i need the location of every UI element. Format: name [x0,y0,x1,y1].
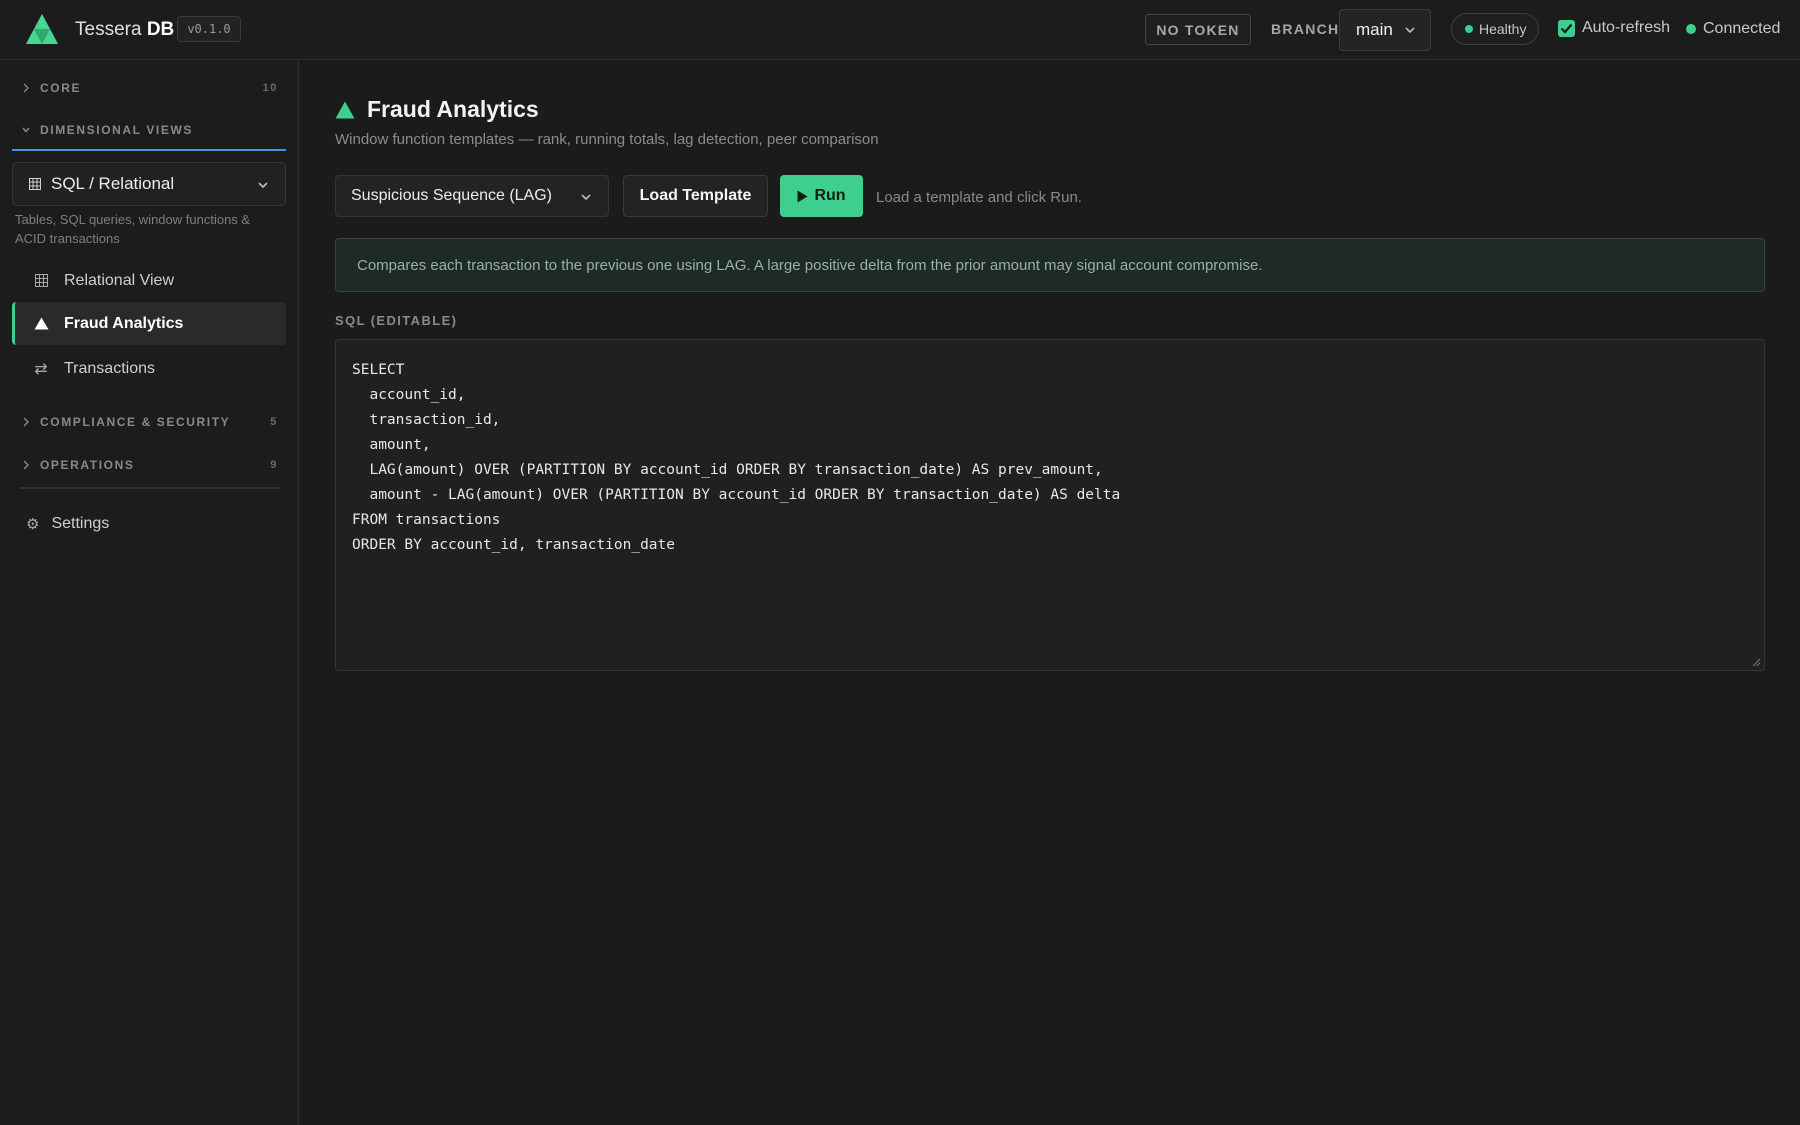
sidebar-item-settings[interactable]: ⚙ Settings [26,515,109,533]
sidebar-item-transactions[interactable]: ⇄ Transactions [12,347,286,390]
health-dot-icon [1465,25,1473,33]
chevron-down-icon [258,182,268,189]
sql-editor[interactable]: SELECT account_id, transaction_id, amoun… [335,339,1765,671]
chevron-down-icon [22,127,30,133]
chevron-right-icon [23,460,29,470]
settings-label: Settings [51,515,110,532]
auto-refresh-label: Auto-refresh [1582,19,1671,36]
view-select-dropdown[interactable]: SQL / Relational [12,162,286,206]
section-compliance-count: 5 [270,416,278,428]
connection-status: Connected [1686,20,1780,38]
section-active-underline [12,149,286,151]
chevron-right-icon [23,83,29,93]
view-select-value: SQL / Relational [51,174,175,193]
sidebar-item-fraud-analytics[interactable]: Fraud Analytics [12,302,286,345]
sql-editor-label: SQL (EDITABLE) [335,313,458,328]
auto-refresh-toggle[interactable]: Auto-refresh [1558,19,1670,37]
section-compliance-label: COMPLIANCE & SECURITY [40,415,231,429]
health-status-pill: Healthy [1451,13,1539,45]
template-info-box: Compares each transaction to the previou… [335,238,1765,292]
triangle-icon [32,315,50,333]
sidebar-item-label: Fraud Analytics [64,314,184,332]
chevron-right-icon [23,417,29,427]
view-description: Tables, SQL queries, window functions & … [15,212,251,246]
branch-select[interactable]: main [1339,9,1431,51]
template-select-value: Suspicious Sequence (LAG) [351,187,552,204]
sidebar-divider [20,487,280,489]
token-button[interactable]: NO TOKEN [1145,14,1251,45]
section-operations-count: 9 [270,459,278,471]
top-header: Tessera DB v0.1.0 NO TOKEN BRANCH main H… [0,0,1800,60]
app-name-bold: DB [146,19,175,40]
page-title: Fraud Analytics [335,96,539,123]
sidebar-item-label: Transactions [64,359,155,377]
template-select[interactable]: Suspicious Sequence (LAG) [335,175,609,217]
template-info-text: Compares each transaction to the previou… [357,256,1263,274]
tessera-logo-icon [26,14,58,44]
table-grid-icon [32,272,50,290]
sidebar-item-relational-view[interactable]: Relational View [12,259,286,302]
swap-arrows-icon: ⇄ [34,360,48,378]
table-grid-icon [29,178,41,190]
sidebar-item-label: Relational View [64,271,174,289]
app-name-text: Tessera [75,19,142,40]
section-dimensional-label: DIMENSIONAL VIEWS [40,123,193,137]
triangle-icon [335,101,355,118]
gear-icon: ⚙ [26,516,40,533]
run-button-label: Run [814,187,846,204]
chevron-down-icon [581,194,591,201]
resize-handle-icon[interactable] [1751,657,1761,667]
section-dimensional-views[interactable]: DIMENSIONAL VIEWS [22,123,193,137]
connection-dot-icon [1686,24,1696,34]
sidebar: CORE 10 DIMENSIONAL VIEWS SQL / Relation… [0,60,299,1125]
chevron-down-icon [1405,27,1415,34]
section-compliance-security[interactable]: COMPLIANCE & SECURITY 5 [22,415,278,429]
page-title-text: Fraud Analytics [367,96,539,122]
sql-editor-text[interactable]: SELECT account_id, transaction_id, amoun… [352,358,1120,558]
app-name: Tessera DB [75,19,174,41]
branch-value: main [1356,20,1393,39]
load-template-button[interactable]: Load Template [623,175,768,217]
page-subtitle: Window function templates — rank, runnin… [335,131,879,148]
section-operations-label: OPERATIONS [40,458,135,472]
connection-status-text: Connected [1703,20,1781,37]
section-core-label: CORE [40,81,82,95]
section-core[interactable]: CORE 10 [22,81,278,95]
section-operations[interactable]: OPERATIONS 9 [22,458,278,472]
branch-label: BRANCH [1271,21,1340,37]
play-icon [797,190,808,202]
health-status-text: Healthy [1479,21,1527,37]
version-badge: v0.1.0 [177,16,241,42]
run-hint: Load a template and click Run. [876,189,1082,206]
run-button[interactable]: Run [780,175,863,217]
section-core-count: 10 [262,82,278,94]
checkbox-checked-icon[interactable] [1558,19,1575,37]
